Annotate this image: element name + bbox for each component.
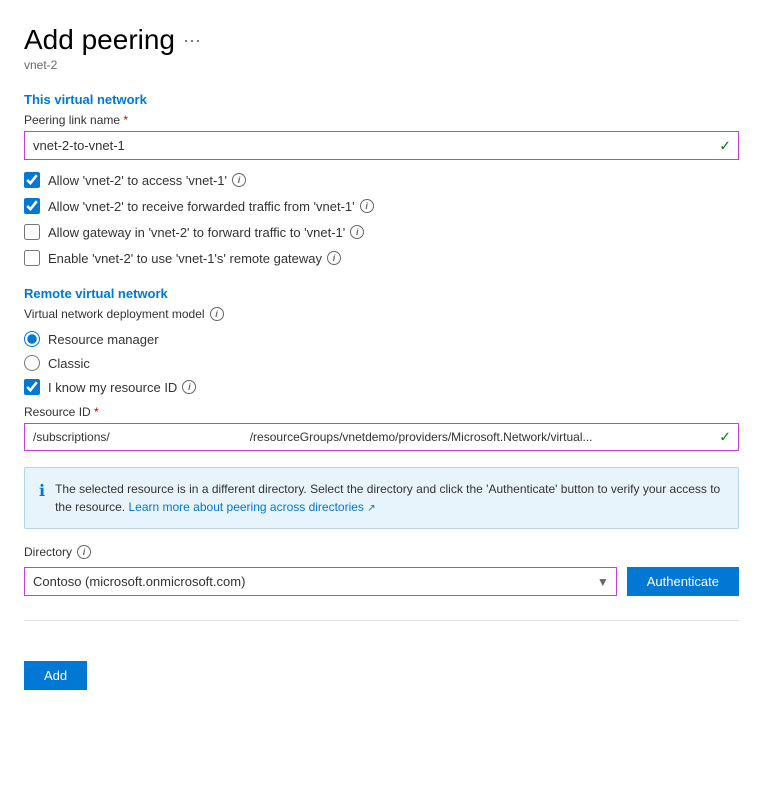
know-resource-id-checkbox[interactable] xyxy=(24,379,40,395)
resource-id-label: Resource ID xyxy=(24,405,739,419)
enable-remote-gateway-row: Enable 'vnet-2' to use 'vnet-1's' remote… xyxy=(24,250,739,266)
deployment-model-info-icon[interactable]: i xyxy=(210,307,224,321)
info-box: ℹ The selected resource is in a differen… xyxy=(24,467,739,529)
allow-forwarded-checkbox[interactable] xyxy=(24,198,40,214)
info-box-icon: ℹ xyxy=(39,481,45,501)
peering-link-valid-icon: ✓ xyxy=(719,137,731,154)
directory-label: Directory xyxy=(24,545,72,559)
page-title: Add peering xyxy=(24,24,175,56)
learn-more-link[interactable]: Learn more about peering across director… xyxy=(128,500,375,514)
directory-select[interactable]: Contoso (microsoft.onmicrosoft.com) xyxy=(24,567,617,596)
peering-link-input-wrapper: ✓ xyxy=(24,131,739,160)
enable-remote-gateway-checkbox[interactable] xyxy=(24,250,40,266)
directory-row: Contoso (microsoft.onmicrosoft.com) ▼ Au… xyxy=(24,567,739,596)
this-vnet-section-label: This virtual network xyxy=(24,92,739,107)
directory-info-icon[interactable]: i xyxy=(77,545,91,559)
resource-manager-radio-row: Resource manager xyxy=(24,331,739,347)
allow-forwarded-label: Allow 'vnet-2' to receive forwarded traf… xyxy=(48,199,374,214)
add-button[interactable]: Add xyxy=(24,661,87,690)
allow-forwarded-info-icon[interactable]: i xyxy=(360,199,374,213)
page-subtitle: vnet-2 xyxy=(24,58,739,72)
classic-radio[interactable] xyxy=(24,355,40,371)
directory-label-row: Directory i xyxy=(24,545,739,559)
allow-gateway-row: Allow gateway in 'vnet-2' to forward tra… xyxy=(24,224,739,240)
allow-gateway-label: Allow gateway in 'vnet-2' to forward tra… xyxy=(48,225,364,240)
peering-link-input[interactable] xyxy=(24,131,739,160)
know-resource-id-info-icon[interactable]: i xyxy=(182,380,196,394)
classic-label: Classic xyxy=(48,356,90,371)
allow-access-label: Allow 'vnet-2' to access 'vnet-1' i xyxy=(48,173,246,188)
allow-forwarded-row: Allow 'vnet-2' to receive forwarded traf… xyxy=(24,198,739,214)
allow-gateway-info-icon[interactable]: i xyxy=(350,225,364,239)
bottom-divider: Add xyxy=(24,620,739,690)
allow-access-row: Allow 'vnet-2' to access 'vnet-1' i xyxy=(24,172,739,188)
remote-vnet-section-label: Remote virtual network xyxy=(24,286,739,301)
resource-id-input[interactable] xyxy=(24,423,739,451)
classic-radio-row: Classic xyxy=(24,355,739,371)
resource-manager-radio[interactable] xyxy=(24,331,40,347)
authenticate-button[interactable]: Authenticate xyxy=(627,567,739,596)
info-box-text: The selected resource is in a different … xyxy=(55,480,724,516)
resource-id-input-wrapper: ✓ xyxy=(24,423,739,451)
allow-access-checkbox[interactable] xyxy=(24,172,40,188)
enable-remote-gateway-label: Enable 'vnet-2' to use 'vnet-1's' remote… xyxy=(48,251,341,266)
peering-link-label: Peering link name xyxy=(24,113,739,127)
allow-gateway-checkbox[interactable] xyxy=(24,224,40,240)
know-resource-id-label: I know my resource ID i xyxy=(48,380,196,395)
allow-access-info-icon[interactable]: i xyxy=(232,173,246,187)
resource-id-valid-icon: ✓ xyxy=(719,429,731,446)
directory-select-wrapper: Contoso (microsoft.onmicrosoft.com) ▼ xyxy=(24,567,617,596)
resource-manager-label: Resource manager xyxy=(48,332,159,347)
ellipsis-menu[interactable]: ··· xyxy=(183,30,201,51)
deployment-model-label: Virtual network deployment model xyxy=(24,307,205,321)
enable-remote-gateway-info-icon[interactable]: i xyxy=(327,251,341,265)
know-resource-id-row: I know my resource ID i xyxy=(24,379,739,395)
